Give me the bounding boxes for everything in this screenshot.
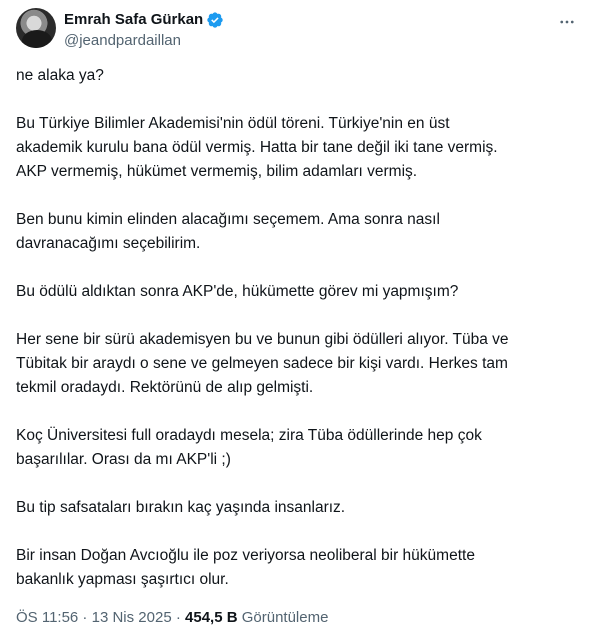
more-options-icon[interactable] <box>557 12 577 32</box>
tweet-meta: ÖS 11:56 · 13 Nis 2025 · 454,5 B Görüntü… <box>16 608 328 628</box>
meta-separator: · <box>171 609 186 626</box>
tweet-card: Emrah Safa Gürkan @jeandpardaillan ne al… <box>0 0 595 641</box>
views-label: Görüntüleme <box>241 609 329 626</box>
meta-separator: · <box>78 609 92 626</box>
views-count: 454,5 B <box>185 609 238 626</box>
verified-badge-icon <box>206 11 224 29</box>
author-handle[interactable]: @jeandpardaillan <box>64 31 181 51</box>
tweet-paragraph: Ben bunu kimin elinden alacağımı seçemem… <box>16 211 440 252</box>
tweet-paragraph: Bu tip safsataları bırakın kaç yaşında i… <box>16 499 346 516</box>
tweet-text: ne alaka ya? Bu Türkiye Bilimler Akademi… <box>16 64 576 616</box>
tweet-date[interactable]: 13 Nis 2025 <box>92 609 172 626</box>
tweet-paragraph: Koç Üniversitesi full oradaydı mesela; z… <box>16 427 482 468</box>
tweet-paragraph: Bir insan Doğan Avcıoğlu ile poz veriyor… <box>16 547 475 588</box>
avatar[interactable] <box>16 8 56 48</box>
tweet-time[interactable]: ÖS 11:56 <box>16 609 78 626</box>
tweet-paragraph: Bu Türkiye Bilimler Akademisi'nin ödül t… <box>16 115 498 180</box>
tweet-paragraph: Her sene bir sürü akademisyen bu ve bunu… <box>16 331 509 396</box>
author-display-name[interactable]: Emrah Safa Gürkan <box>64 10 203 30</box>
author-name-row: Emrah Safa Gürkan <box>64 10 224 30</box>
tweet-paragraph: ne alaka ya? <box>16 67 104 84</box>
tweet-paragraph: Bu ödülü aldıktan sonra AKP'de, hükümett… <box>16 283 459 300</box>
